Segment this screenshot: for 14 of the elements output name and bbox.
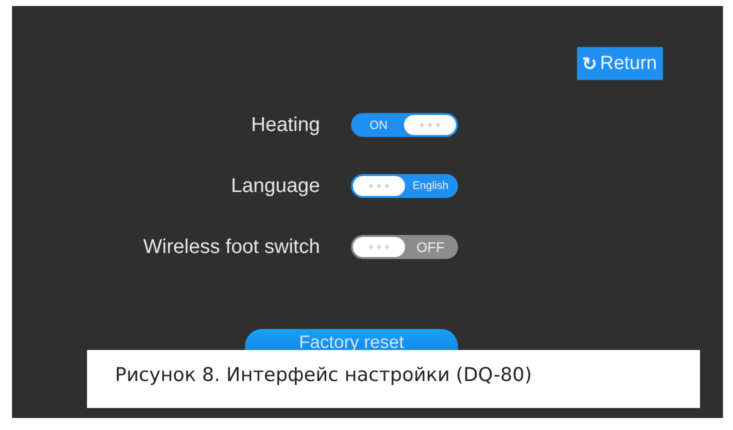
setting-label: Heating [250, 114, 320, 136]
return-button[interactable]: ↻Return [576, 47, 663, 80]
toggle-thumb[interactable] [353, 237, 405, 257]
setting-label: Wireless foot switch [142, 236, 320, 258]
toggle-text: English [411, 180, 450, 192]
figure-caption: Рисунок 8. Интерфейс настройки (DQ-80) [87, 350, 700, 408]
toggle-text: ON [368, 118, 388, 132]
toggle-switch[interactable]: English [351, 174, 458, 198]
toggle-text: OFF [416, 239, 446, 255]
toggle-thumb[interactable] [404, 115, 456, 135]
toggle-thumb[interactable] [353, 176, 405, 196]
toggle-switch[interactable]: ON [351, 113, 458, 137]
setting-label: Language [230, 174, 320, 198]
toggle-switch[interactable]: OFF [351, 235, 458, 259]
